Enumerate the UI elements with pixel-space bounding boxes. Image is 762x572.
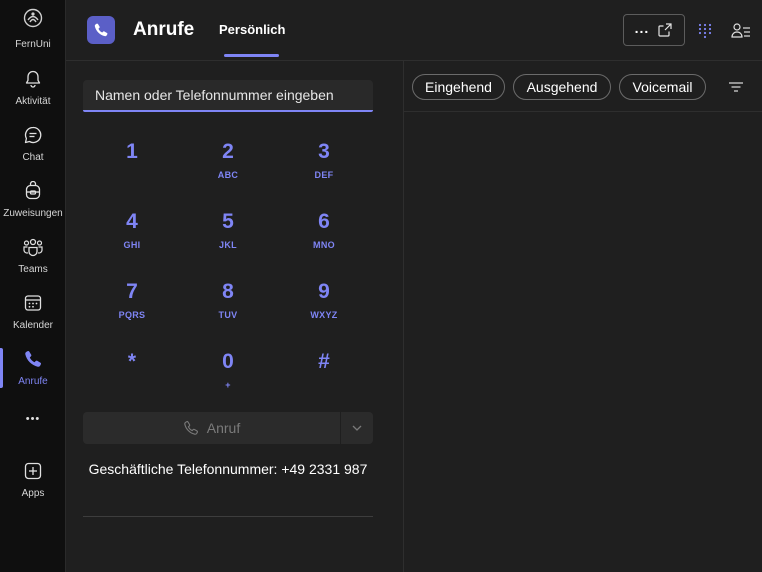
filter-voicemail[interactable]: Voicemail	[619, 74, 706, 100]
key-letters: ABC	[217, 170, 239, 180]
more-icon: •••	[25, 413, 41, 425]
filter-icon[interactable]	[726, 77, 746, 97]
rail-item-zuweisungen[interactable]: Zuweisungen	[0, 176, 66, 228]
key-6[interactable]: 6 MNO	[289, 211, 359, 269]
tab-persoenlich[interactable]: Persönlich	[219, 22, 285, 37]
rail-item-teams[interactable]: Teams	[0, 232, 66, 284]
popout-icon	[658, 23, 672, 37]
contacts-settings-icon[interactable]	[730, 20, 752, 42]
rail-item-label: Teams	[18, 264, 48, 275]
key-digit: 0	[222, 350, 234, 373]
page-title: Anrufe	[133, 19, 195, 40]
key-letters: JKL	[219, 240, 237, 250]
backpack-icon	[22, 180, 44, 202]
popout-dots: ...	[634, 20, 650, 36]
teams-icon	[22, 236, 44, 258]
popout-button[interactable]: ...	[623, 14, 685, 46]
rail-item-kalender[interactable]: Kalender	[0, 288, 66, 340]
key-5[interactable]: 5 JKL	[193, 211, 263, 269]
app-header: Anrufe Persönlich ...	[66, 0, 762, 61]
filter-eingehend[interactable]: Eingehend	[412, 74, 505, 100]
key-digit: #	[318, 350, 330, 373]
call-button-label: Anruf	[206, 420, 241, 436]
key-4[interactable]: 4 GHI	[97, 211, 167, 269]
calls-app-icon	[87, 16, 115, 44]
key-digit: 6	[318, 210, 330, 233]
key-2[interactable]: 2 ABC	[193, 141, 263, 199]
rail-item-label: Anrufe	[18, 376, 48, 387]
more-apps-button[interactable]: •••	[0, 408, 66, 432]
rail-item-label: Zuweisungen	[3, 208, 63, 219]
phone-icon	[22, 348, 44, 370]
key-digit: 9	[318, 280, 330, 303]
key-letters: DEF	[314, 170, 334, 180]
rail-item-label: Apps	[21, 488, 45, 499]
key-digit: 4	[126, 210, 138, 233]
call-options-dropdown[interactable]	[341, 412, 373, 444]
key-8[interactable]: 8 TUV	[193, 281, 263, 339]
app-rail: FernUni Aktivität Chat Zuweisungen Teams…	[0, 0, 66, 572]
phone-icon	[184, 421, 198, 435]
key-digit: 5	[222, 210, 234, 233]
fernuni-logo-icon	[23, 8, 43, 33]
key-digit: *	[127, 350, 137, 373]
rail-item-anrufe[interactable]: Anrufe	[0, 344, 66, 396]
key-letters: GHI	[123, 240, 141, 250]
tab-active-indicator	[224, 54, 279, 57]
key-letters: MNO	[313, 240, 335, 250]
rail-item-label: Aktivität	[15, 96, 51, 107]
fernuni-logo[interactable]: FernUni	[0, 8, 66, 50]
key-digit: 7	[126, 280, 138, 303]
key-7[interactable]: 7 PQRS	[97, 281, 167, 339]
rail-item-label: Kalender	[12, 320, 54, 331]
key-0[interactable]: 0 +	[193, 351, 263, 409]
key-digit: 3	[318, 140, 330, 163]
divider	[83, 516, 373, 517]
rail-item-aktivitaet[interactable]: Aktivität	[0, 64, 66, 116]
key-hash[interactable]: #	[289, 351, 359, 409]
dialpad-grid-icon[interactable]	[694, 20, 716, 42]
key-3[interactable]: 3 DEF	[289, 141, 359, 199]
key-1[interactable]: 1	[97, 141, 167, 199]
rail-item-apps[interactable]: Apps	[0, 456, 66, 508]
chat-icon	[22, 124, 44, 146]
key-letters: TUV	[218, 310, 238, 320]
filter-bar: Eingehend Ausgehend Voicemail	[404, 61, 762, 112]
rail-item-chat[interactable]: Chat	[0, 120, 66, 172]
dial-panel: 1 2 ABC 3 DEF 4 GHI 5 JKL 6 MNO 7 PQRS 8…	[66, 61, 404, 572]
bell-icon	[22, 68, 44, 90]
rail-item-label: Chat	[22, 152, 44, 163]
call-history-panel: Eingehend Ausgehend Voicemail	[404, 61, 762, 572]
filter-ausgehend[interactable]: Ausgehend	[513, 74, 611, 100]
chevron-down-icon	[352, 425, 362, 431]
business-phone-number: Geschäftliche Telefonnummer: +49 2331 98…	[88, 461, 368, 477]
key-letters: PQRS	[118, 310, 146, 320]
key-letters: +	[225, 380, 231, 390]
key-star[interactable]: *	[97, 351, 167, 409]
number-search-input[interactable]	[83, 80, 373, 112]
key-letters: WXYZ	[310, 310, 338, 320]
key-digit: 2	[222, 140, 234, 163]
key-9[interactable]: 9 WXYZ	[289, 281, 359, 339]
fernuni-label: FernUni	[15, 39, 51, 50]
plus-square-icon	[22, 460, 44, 482]
call-button[interactable]: Anruf	[83, 412, 340, 444]
calendar-icon	[22, 292, 44, 314]
key-digit: 1	[126, 140, 138, 163]
key-digit: 8	[222, 280, 234, 303]
